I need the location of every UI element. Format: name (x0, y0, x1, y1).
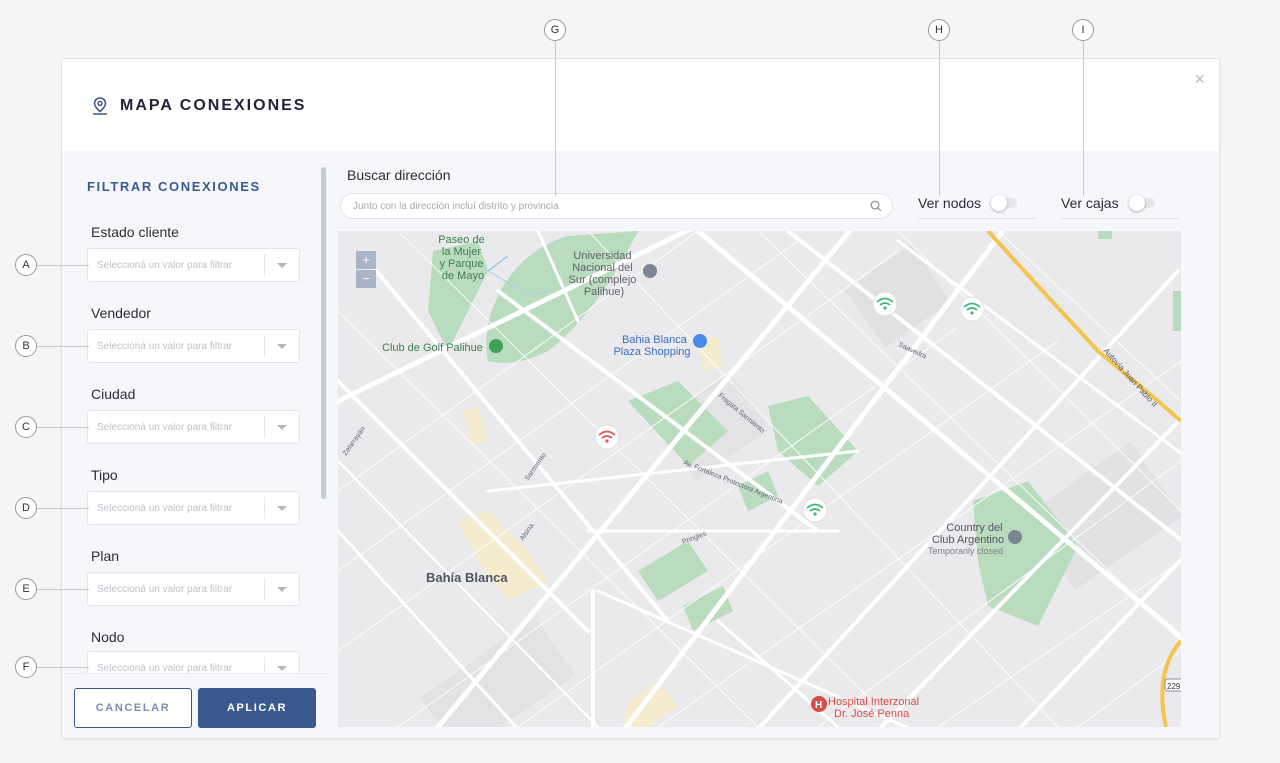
node-marker[interactable] (959, 296, 985, 322)
callout-d: D (15, 497, 37, 519)
callout-a: A (15, 254, 37, 276)
map-canvas: Paseo de la Mujer y Parque de Mayo Unive… (338, 231, 1181, 727)
callout-b: B (15, 335, 37, 357)
search-input[interactable] (353, 200, 870, 212)
select-tipo[interactable]: Seleccioná un valor para filtrar (87, 491, 300, 525)
search-label: Buscar dirección (347, 167, 451, 183)
select-placeholder: Seleccioná un valor para filtrar (97, 583, 233, 595)
select-placeholder: Seleccioná un valor para filtrar (97, 421, 233, 433)
map-label-park: Paseo de la Mujer y Parque de Mayo (438, 234, 488, 282)
filter-label-vendedor: Vendedor (91, 305, 151, 321)
select-vendedor[interactable]: Seleccioná un valor para filtrar (87, 329, 300, 363)
apply-button[interactable]: APLICAR (198, 688, 316, 728)
search-icon[interactable] (870, 200, 882, 212)
select-placeholder: Seleccioná un valor para filtrar (97, 662, 233, 674)
node-marker[interactable] (802, 497, 828, 523)
cancel-button[interactable]: CANCELAR (74, 688, 192, 728)
callout-g: G (544, 19, 566, 41)
zoom-controls: + − (356, 251, 376, 289)
node-marker[interactable] (872, 291, 898, 317)
golf-icon (489, 339, 503, 353)
shopping-icon (693, 334, 707, 348)
select-placeholder: Seleccioná un valor para filtrar (97, 259, 233, 271)
place-icon (1008, 530, 1022, 544)
close-icon[interactable]: × (1194, 69, 1205, 89)
chevron-down-icon[interactable] (265, 343, 299, 349)
map-connections-modal: × MAPA CONEXIONES FILTRAR CONEXIONES Est… (61, 58, 1220, 739)
toggle-boxes-wrap: Ver cajas (1061, 195, 1155, 211)
zoom-out-button[interactable]: − (356, 270, 376, 288)
toggle-boxes-underline (1061, 218, 1179, 219)
toggle-nodes-wrap: Ver nodos (918, 195, 1018, 211)
hospital-glyph: H (815, 700, 822, 711)
address-search[interactable] (340, 193, 893, 219)
callout-f: F (15, 656, 37, 678)
filter-label-plan: Plan (91, 548, 120, 564)
sidebar-footer: CANCELAR APLICAR (62, 673, 330, 738)
map-label-golf: Club de Golf Palihue (382, 342, 483, 354)
toggle-boxes-label: Ver cajas (1061, 195, 1119, 211)
filter-label-ciudad: Ciudad (91, 386, 136, 402)
select-placeholder: Seleccioná un valor para filtrar (97, 502, 233, 514)
filter-sidebar: FILTRAR CONEXIONES Estado cliente Selecc… (62, 151, 330, 738)
school-icon (643, 264, 657, 278)
toggle-nodes-underline (918, 218, 1036, 219)
modal-header: MAPA CONEXIONES (92, 97, 306, 115)
map-label-temporarily-closed: Temporarily closed (928, 546, 1003, 556)
select-estado-cliente[interactable]: Seleccioná un valor para filtrar (87, 248, 300, 282)
sidebar-scrollbar[interactable] (321, 167, 326, 499)
modal-title: MAPA CONEXIONES (120, 97, 307, 114)
toggle-nodes-label: Ver nodos (918, 195, 982, 211)
chevron-down-icon[interactable] (265, 424, 299, 430)
callout-e: E (15, 578, 37, 600)
callout-h: H (928, 19, 950, 41)
toggle-boxes[interactable] (1128, 195, 1155, 211)
select-plan[interactable]: Seleccioná un valor para filtrar (87, 572, 300, 606)
map-label-city: Bahía Blanca (426, 570, 508, 585)
filter-heading: FILTRAR CONEXIONES (87, 179, 261, 194)
map-panel: Buscar dirección Ver nodos Ver cajas + − (330, 151, 1219, 738)
chevron-down-icon[interactable] (265, 505, 299, 511)
map-view[interactable]: + − Paseo de la Mujer y Parque de Mayo U… (338, 231, 1181, 727)
map-label-hospital: Hospital Interzonal Dr. José Penna (828, 696, 922, 720)
callout-c: C (15, 416, 37, 438)
toggle-knob (991, 195, 1008, 211)
filter-label-estado-cliente: Estado cliente (91, 224, 179, 240)
chevron-down-icon[interactable] (265, 665, 299, 671)
chevron-down-icon[interactable] (265, 586, 299, 592)
alert-node-marker[interactable] (594, 424, 620, 450)
map-pin-icon (93, 97, 107, 115)
zoom-in-button[interactable]: + (356, 251, 376, 269)
chevron-down-icon[interactable] (265, 262, 299, 268)
callout-i: I (1072, 19, 1094, 41)
toggle-nodes[interactable] (991, 195, 1018, 211)
toggle-knob (1128, 195, 1145, 211)
select-ciudad[interactable]: Seleccioná un valor para filtrar (87, 410, 300, 444)
select-placeholder: Seleccioná un valor para filtrar (97, 340, 233, 352)
route-shield-label: 229 (1167, 682, 1181, 691)
filter-label-tipo: Tipo (91, 467, 118, 483)
filter-label-nodo: Nodo (91, 629, 125, 645)
map-label-shopping: Bahia Blanca Plaza Shopping (613, 334, 690, 358)
